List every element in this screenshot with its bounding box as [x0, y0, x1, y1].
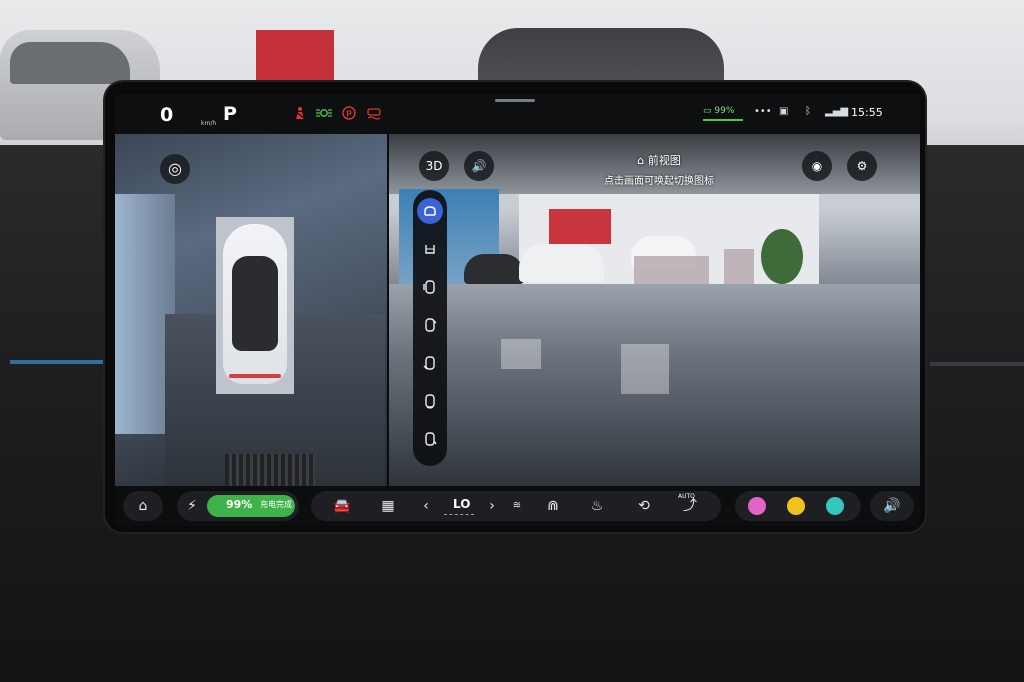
view-side-right-button[interactable]	[417, 312, 443, 338]
parking-brake-icon: P	[341, 106, 357, 124]
battery-underline	[703, 119, 743, 121]
top-down-camera-view[interactable]: ◎	[115, 134, 387, 486]
home-button[interactable]: ⌂	[123, 491, 163, 521]
lights-icon	[314, 106, 334, 124]
temp-up-icon[interactable]: ›	[484, 491, 500, 521]
camera-icon: ▣	[779, 106, 789, 117]
view-title: ⌂ 前视图	[574, 152, 744, 168]
volume-button[interactable]: 🔊	[870, 491, 914, 521]
front-view-icon: ⌂	[637, 154, 645, 167]
camera-red-banner	[549, 209, 611, 244]
camera-car-white	[519, 244, 604, 282]
music-app-shortcut[interactable]	[787, 497, 805, 515]
camera-view-selector	[413, 190, 447, 466]
air-recirculation-icon[interactable]: ⟲	[630, 491, 658, 521]
volume-icon: 🔊	[883, 498, 901, 514]
bluetooth-icon: ᛒ	[805, 106, 811, 117]
camera-blurred-region	[634, 256, 709, 286]
sound-button[interactable]: 🔊	[464, 151, 494, 181]
more-icon[interactable]: •••	[754, 106, 772, 117]
auto-label: AUTO	[678, 493, 695, 500]
dock-battery-percent: 99%	[226, 498, 253, 511]
app-shortcut-teal[interactable]	[826, 497, 844, 515]
3d-view-button[interactable]: 3D	[419, 151, 449, 181]
steering-wheel-icon: ◎	[168, 159, 182, 178]
view-rear-button[interactable]	[417, 388, 443, 414]
view-title-text: 前视图	[647, 154, 681, 167]
camera-object	[225, 454, 315, 486]
status-bar: 0 km/h P P ▭ 99% ••• ▣ ᛒ ▂▄▆ 15:55	[115, 94, 920, 134]
home-icon: ⌂	[138, 498, 148, 514]
view-front-wheels-button[interactable]	[417, 236, 443, 262]
speaker-icon: 🔊	[471, 159, 487, 173]
seatbelt-warning-icon	[293, 106, 307, 124]
steering-wheel-button[interactable]: ◎	[160, 154, 190, 184]
camera-plant	[761, 229, 803, 284]
auto-climate-button[interactable]: AUTO ⤴	[676, 491, 704, 521]
speed-unit: km/h	[201, 120, 217, 127]
dashboard-ambient-light	[10, 360, 105, 364]
3d-label: 3D	[425, 159, 443, 173]
speed-readout: 0	[160, 104, 174, 126]
stability-control-icon	[366, 106, 382, 124]
temperature-display: LO	[453, 497, 471, 511]
battery-icon: ▭	[703, 106, 712, 116]
view-rear-left-button[interactable]	[417, 350, 443, 376]
charge-status: 充电完成	[260, 500, 292, 509]
infotainment-screen: 0 km/h P P ▭ 99% ••• ▣ ᛒ ▂▄▆ 15:55 ◎ 3D …	[115, 94, 920, 526]
floor-reflection	[621, 344, 669, 394]
gear-indicator: P	[223, 103, 237, 125]
view-hint: 点击画面可唤起切换图标	[604, 176, 714, 187]
temp-down-icon[interactable]: ‹	[418, 491, 434, 521]
floor-reflection-2	[501, 339, 541, 369]
front-defrost-icon[interactable]: ⋒	[541, 491, 565, 521]
dashboard-trim	[930, 362, 1024, 366]
vehicle-icon[interactable]: 🚘	[329, 491, 355, 521]
battery-level: 99%	[714, 106, 735, 116]
temperature-indicator	[444, 514, 474, 516]
apps-grid-icon[interactable]: ▦	[375, 491, 401, 521]
view-side-left-button[interactable]	[417, 274, 443, 300]
fan-speed-icon[interactable]: ≋	[507, 491, 527, 521]
background-sign	[256, 30, 334, 85]
app-shortcut-pink[interactable]	[748, 497, 766, 515]
svg-text:P: P	[346, 110, 352, 119]
radar-button[interactable]: ◉	[802, 151, 832, 181]
seat-heat-icon[interactable]: ♨	[585, 491, 609, 521]
bottom-dock: ⌂ ⚡ 99% 充电完成 🚘 ▦ ‹ LO › ≋ ⋒ ♨ ⟲ AUTO ⤴ 🔊	[115, 486, 920, 526]
radar-icon: ◉	[811, 159, 823, 173]
camera-blurred-region-2	[724, 249, 754, 284]
front-camera-view[interactable]: 3D 🔊 ⌂ 前视图 点击画面可唤起切换图标 ◉ ⚙	[389, 134, 920, 486]
battery-status: ▭ 99%	[703, 106, 734, 116]
charging-plug-icon: ⚡	[187, 498, 197, 514]
pull-down-handle[interactable]	[495, 99, 535, 102]
clock: 15:55	[851, 106, 883, 119]
camera-car-dark	[464, 254, 524, 284]
signal-icon: ▂▄▆	[825, 106, 849, 117]
vehicle-model	[223, 224, 287, 384]
view-rear-wheels-button[interactable]	[417, 426, 443, 452]
settings-icon: ⚙	[856, 159, 868, 173]
settings-button[interactable]: ⚙	[847, 151, 877, 181]
view-front-button[interactable]	[417, 198, 443, 224]
